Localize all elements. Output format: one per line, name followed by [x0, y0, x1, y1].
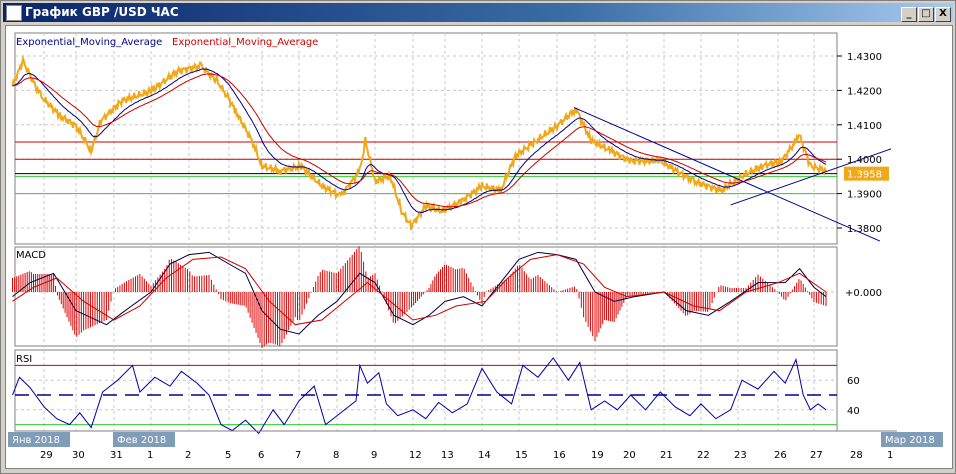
rsi-tick-label: 40 — [847, 406, 860, 417]
close-button[interactable]: X — [935, 7, 951, 22]
price-tick-label: 1.4200 — [847, 86, 882, 97]
date-tick-label: 1 — [147, 450, 153, 461]
title-bar: График GBP /USD ЧАС _ □ X — [3, 3, 953, 22]
date-tick-label: 13 — [441, 450, 454, 461]
date-tick-label: 30 — [72, 450, 85, 461]
date-tick-label: 12 — [409, 450, 422, 461]
macd-panel — [14, 246, 838, 347]
date-tick-label: 14 — [478, 450, 491, 461]
date-tick-label: 21 — [660, 450, 673, 461]
date-tick-label: 1 — [887, 450, 893, 461]
price-tick-label: 1.3900 — [847, 190, 882, 201]
ema-fast-legend: Exponential_Moving_Average — [16, 37, 163, 48]
date-tick-label: 31 — [110, 450, 123, 461]
date-tick-label: 15 — [515, 450, 528, 461]
macd-zero-label: +0.000 — [845, 288, 882, 299]
ema-slow-legend: Exponential_Moving_Average — [172, 37, 319, 48]
current-price-badge: 1.3958 — [847, 170, 882, 181]
date-tick-label: 5 — [225, 450, 231, 461]
date-tick-label: 28 — [850, 450, 863, 461]
chart-window: График GBP /USD ЧАС _ □ X 1.4300 1.4200 1.… — [0, 0, 956, 474]
minimize-button[interactable]: _ — [901, 7, 917, 22]
date-tick-label: 27 — [810, 450, 823, 461]
date-tick-label: 16 — [553, 450, 566, 461]
date-tick-label: 9 — [371, 450, 377, 461]
date-tick-label: 7 — [295, 450, 301, 461]
month-label: Мар 2018 — [885, 435, 935, 446]
date-tick-label: 23 — [734, 450, 747, 461]
price-tick-label: 1.4100 — [847, 121, 882, 132]
rsi-label: RSI — [16, 354, 33, 365]
chart-area[interactable]: 1.4300 1.4200 1.4100 1.4000 1.3900 1.3800 1.39… — [5, 25, 953, 469]
chart-app-icon — [6, 5, 22, 21]
date-tick-label: 22 — [697, 450, 710, 461]
date-tick-label: 8 — [333, 450, 339, 461]
date-tick-label: 26 — [774, 450, 787, 461]
macd-label: MACD — [16, 250, 46, 261]
maximize-button[interactable]: □ — [918, 7, 934, 22]
date-tick-label: 29 — [40, 450, 53, 461]
price-tick-label: 1.4300 — [847, 52, 882, 63]
date-tick-label: 20 — [623, 450, 636, 461]
price-tick-label: 1.4000 — [847, 155, 882, 166]
date-tick-label: 19 — [591, 450, 604, 461]
month-label: Янв 2018 — [12, 435, 60, 446]
chart-canvas[interactable]: 1.43001.42001.41001.40001.39001.38001.39… — [6, 26, 952, 468]
month-label: Фев 2018 — [117, 435, 166, 446]
rsi-tick-label: 60 — [847, 376, 860, 387]
date-tick-label: 6 — [258, 450, 264, 461]
window-title: График GBP /USD ЧАС — [25, 5, 179, 19]
date-tick-label: 2 — [185, 450, 191, 461]
